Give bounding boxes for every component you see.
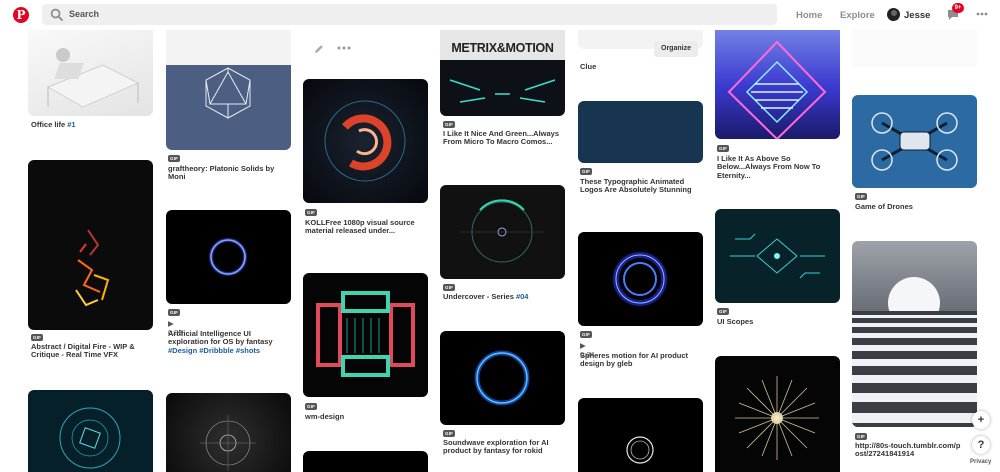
- gif-badge: GIF: [717, 308, 730, 315]
- red-vortex-art: [324, 100, 406, 182]
- pin-title[interactable]: Spheres motion for AI product design by …: [580, 351, 702, 369]
- more-options-icon[interactable]: [337, 45, 351, 51]
- white-ring-art: [626, 436, 654, 464]
- scope-lines-art: [730, 233, 825, 279]
- pin-title[interactable]: Soundwave exploration for AI product by …: [443, 438, 565, 456]
- pin-title[interactable]: UI Scopes: [717, 317, 839, 326]
- gif-badge: GIF: [305, 209, 318, 216]
- help-button[interactable]: ?: [972, 436, 990, 454]
- gear-art: [200, 415, 256, 471]
- organize-button[interactable]: Organize: [654, 41, 698, 57]
- edit-pencil-icon[interactable]: [313, 43, 325, 55]
- pin-title[interactable]: Clue: [580, 62, 702, 71]
- pin-image[interactable]: [440, 185, 565, 279]
- more-icon[interactable]: [976, 9, 988, 19]
- search-bar[interactable]: Search: [42, 4, 777, 25]
- pin-hashtag[interactable]: #Design #Dribbble #shots: [168, 346, 260, 355]
- pin-image[interactable]: [166, 210, 291, 304]
- gif-badge: GIF: [305, 403, 318, 410]
- gif-badge: GIF: [443, 284, 456, 291]
- gif-badge: GIF: [168, 155, 181, 162]
- add-pin-button[interactable]: +: [972, 411, 990, 429]
- pin-image[interactable]: [715, 22, 840, 139]
- pin-image[interactable]: METRIX&MOTION: [440, 20, 565, 116]
- avatar[interactable]: [887, 8, 900, 21]
- gif-badge: GIF: [580, 168, 593, 175]
- pin-title[interactable]: Game of Drones: [855, 202, 977, 211]
- user-name[interactable]: Jesse: [904, 10, 930, 21]
- pin-image[interactable]: [166, 20, 291, 150]
- gif-badge: GIF: [580, 331, 593, 338]
- gif-badge: GIF: [855, 433, 868, 440]
- gif-badge: GIF: [855, 193, 868, 200]
- pin-hashtag[interactable]: #1: [67, 120, 75, 129]
- radar-art: [460, 199, 544, 263]
- gif-badge: GIF: [168, 309, 181, 316]
- blue-sphere-art: [613, 252, 667, 306]
- pin-title[interactable]: Office life: [31, 120, 67, 129]
- gif-badge: GIF: [443, 121, 456, 128]
- pin-title[interactable]: Abstract / Digital Fire - WIP & Critique…: [31, 342, 153, 360]
- tunnel-art: [449, 79, 556, 103]
- fireworks-art: [735, 376, 819, 460]
- gif-badge: GIF: [717, 145, 730, 152]
- pin-title[interactable]: wm-design: [305, 412, 427, 421]
- pin-image[interactable]: [852, 241, 977, 427]
- top-bar: P Search Home Explore Jesse 9+: [0, 0, 1000, 30]
- drone-art: [871, 112, 958, 171]
- pin-image[interactable]: [715, 356, 840, 472]
- nav-explore-link[interactable]: Explore: [840, 10, 875, 21]
- pin-title[interactable]: KOLLFree 1080p visual source material re…: [305, 218, 427, 236]
- pin-image[interactable]: [303, 79, 428, 203]
- pin-title[interactable]: http://80s-touch.tumblr.com/post/2724184…: [855, 441, 963, 459]
- pin-image[interactable]: [578, 101, 703, 163]
- pin-title[interactable]: graftheory: Platonic Solids by Moni: [168, 164, 290, 182]
- pin-image[interactable]: [166, 393, 291, 472]
- pin-image[interactable]: [28, 25, 153, 116]
- pin-image[interactable]: [715, 209, 840, 303]
- neon-tunnel-art: [727, 40, 827, 139]
- pin-image[interactable]: [578, 398, 703, 472]
- search-icon: [50, 8, 63, 21]
- fire-shards-art: [75, 229, 110, 307]
- pinterest-logo[interactable]: P: [13, 7, 29, 23]
- retro-sun-art: [852, 277, 977, 427]
- pin-title[interactable]: Artificial Intelligence UI exploration f…: [168, 329, 273, 346]
- gif-badge: GIF: [31, 334, 44, 341]
- notification-badge: 9+: [952, 3, 964, 13]
- privacy-link[interactable]: Privacy: [970, 459, 991, 465]
- pin-title[interactable]: Undercover - Series: [443, 292, 516, 301]
- pin-image[interactable]: [852, 95, 977, 188]
- pin-image[interactable]: [303, 451, 428, 472]
- blue-wave-ring-art: [474, 350, 530, 406]
- hud-circles-art: [59, 407, 121, 469]
- nav-home-link[interactable]: Home: [796, 10, 822, 21]
- pin-image[interactable]: [28, 390, 153, 472]
- pin-hashtag[interactable]: #04: [516, 292, 529, 301]
- office-illustration: [46, 48, 140, 108]
- pin-image[interactable]: [303, 273, 428, 397]
- pin-title[interactable]: I Like It As Above So Below...Always Fro…: [717, 154, 839, 180]
- pin-title[interactable]: I Like It Nice And Green...Always From M…: [443, 129, 565, 147]
- gif-badge: GIF: [443, 430, 456, 437]
- pin-image[interactable]: [440, 331, 565, 425]
- blue-ring-art: [209, 238, 247, 276]
- glitch-cube-art: [316, 291, 415, 377]
- pin-image[interactable]: [28, 160, 153, 330]
- pin-title[interactable]: These Typographic Animated Logos Are Abs…: [580, 177, 702, 195]
- search-placeholder[interactable]: Search: [69, 9, 99, 19]
- pin-image[interactable]: [578, 232, 703, 326]
